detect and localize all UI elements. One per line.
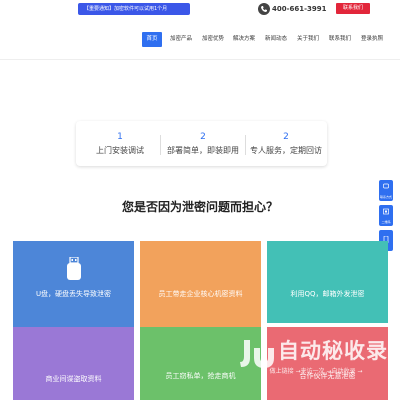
- side-button-label: 联系方式: [379, 195, 392, 199]
- features-panel: 1 上门安装调试 2 部署简单，即装即用 2 专人服务，定期回访: [76, 121, 327, 166]
- nav-item-home[interactable]: 首页: [142, 32, 162, 47]
- side-button-label: 二维码: [381, 220, 391, 224]
- nav-item-license[interactable]: 登录执照: [359, 32, 385, 47]
- nav-divider: [0, 59, 400, 60]
- card-text: U盘，硬盘丢失导致泄密: [35, 290, 112, 298]
- phone-number: 400-661-3991: [272, 5, 327, 13]
- nav-item-contact[interactable]: 联系我们: [327, 32, 353, 47]
- card-text: 商业间谍盗取资料: [45, 375, 102, 383]
- notice-banner[interactable]: 【重要通知】加密软件可以试用1个月: [78, 3, 190, 15]
- feature-text: 专人服务，定期回访: [250, 146, 322, 155]
- section-heading: 您是否因为泄密问题而担心？: [121, 200, 278, 214]
- feature-item: 1 上门安装调试: [82, 121, 158, 166]
- feature-number: 2: [200, 132, 206, 142]
- side-qrcode-button[interactable]: 二维码: [379, 205, 393, 226]
- nav-item-about[interactable]: 关于我们: [295, 32, 321, 47]
- qrcode-icon: [383, 208, 389, 215]
- feature-text: 部署简单，即装即用: [167, 146, 239, 155]
- contact-us-button[interactable]: 联系我们: [336, 3, 370, 14]
- watermark: 自动秘收录 做上链接 →来访一次 →自动收录 →: [236, 336, 396, 382]
- watermark-subtitle: 做上链接 →来访一次 →自动收录 →: [269, 368, 363, 375]
- nav-item-advantages[interactable]: 加密优势: [200, 32, 226, 47]
- card-text: 利用QQ，邮箱外发泄密: [290, 290, 365, 298]
- feature-number: 2: [283, 132, 289, 142]
- feature-item: 2 专人服务，定期回访: [246, 121, 326, 166]
- chat-icon: [383, 183, 389, 189]
- top-bar: 【重要通知】加密软件可以试用1个月 400-661-3991 联系我们: [0, 0, 400, 18]
- watermark-logo-icon: [240, 340, 274, 368]
- nav-item-products[interactable]: 加密产品: [168, 32, 194, 47]
- phone-icon: [258, 3, 270, 15]
- side-contact-button[interactable]: 联系方式: [379, 180, 393, 201]
- card-espionage[interactable]: 商业间谍盗取资料: [13, 327, 134, 400]
- main-nav: 首页 加密产品 加密优势 解决方案 新闻动态 关于我们 联系我们 登录执照: [0, 18, 400, 60]
- feature-text: 上门安装调试: [96, 146, 144, 155]
- feature-number: 1: [117, 132, 123, 142]
- card-text: 员工带走企业核心机密资料: [158, 290, 243, 298]
- feature-divider: [160, 135, 161, 155]
- watermark-title: 自动秘收录: [278, 339, 388, 363]
- page: 【重要通知】加密软件可以试用1个月 400-661-3991 联系我们 首页 加…: [0, 0, 400, 400]
- usb-icon: [67, 257, 81, 280]
- nav-item-solutions[interactable]: 解决方案: [231, 32, 257, 47]
- feature-item: 2 部署简单，即装即用: [162, 121, 244, 166]
- nav-item-news[interactable]: 新闻动态: [263, 32, 289, 47]
- card-qq-email-leak[interactable]: 利用QQ，邮箱外发泄密: [267, 241, 388, 323]
